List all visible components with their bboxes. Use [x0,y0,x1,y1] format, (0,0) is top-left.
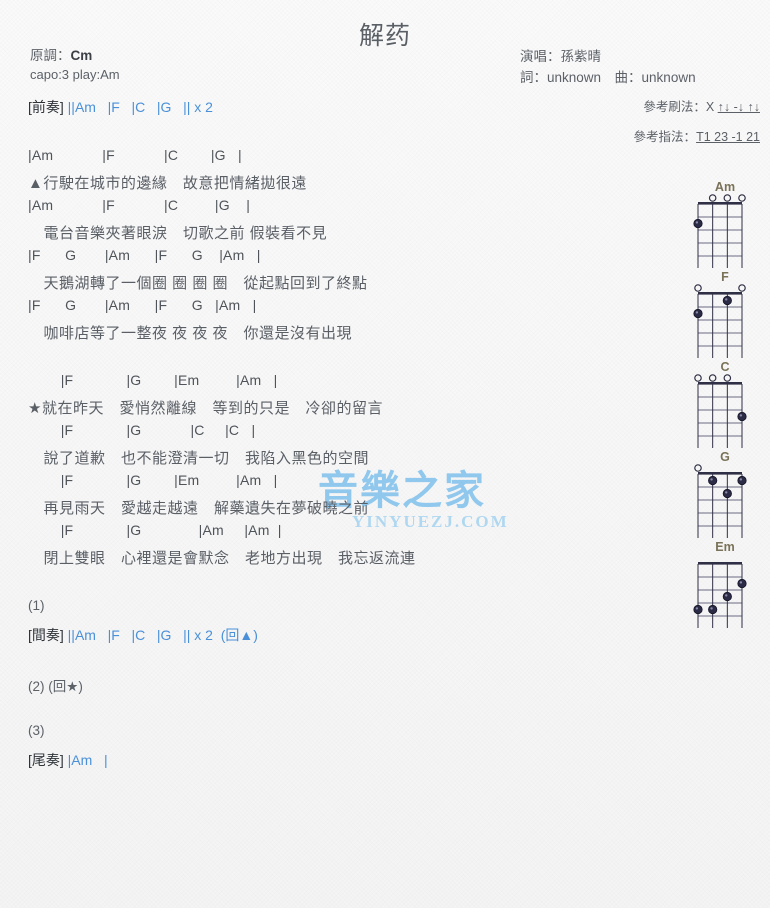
lyric-line: 再見雨天 愛越走越遠 解藥遺失在夢破曉之前 [28,500,370,517]
capo-info: capo:3 play:Am [30,67,120,82]
section-repeat-2: (2) (回★) [28,675,83,695]
lyric-line: 咖啡店等了一整夜 夜 夜 夜 你還是沒有出現 [28,325,353,342]
chord-diagram-g: G [686,450,756,538]
chord-line: |F |G |Am |Am | [28,522,282,538]
chord-diagram-panel: Am F C G Em [686,180,766,630]
lyric-line: ▲行駛在城市的邊緣 故意把情緒拋很遠 [28,175,307,192]
lyric-line: 閉上雙眼 心裡還是會默念 老地方出現 我忘返流連 [28,550,416,567]
writers-row: 詞：unknown 曲：unknown [520,70,696,85]
chord-diagram-name: Am [714,180,736,194]
chord-diagram-f: F [686,270,756,358]
strum-pattern-row: 參考刷法：X ↑↓ -↓ ↑↓ [520,97,760,118]
chord-diagram-grid [693,194,746,268]
section-interlude-bars: ||Am |F |C |G || x 2 (回▲) [67,627,258,643]
section-outro-bars: |Am | [67,752,108,768]
singer-row: 演唱：孫紫晴 [520,49,601,64]
chord-line: |F G |Am |F G |Am | [28,247,261,263]
section-interlude-tag: [間奏] [28,627,64,643]
original-key-value: Cm [70,48,93,63]
chord-diagram-grid [694,374,747,448]
section-interlude: [間奏] ||Am |F |C |G || x 2 (回▲) [28,625,258,645]
section-number-3: (3) [28,723,45,738]
chord-diagram-em: Em [686,540,756,628]
original-key-label: 原調： [30,48,71,63]
finger-pattern-value: T1 23 -1 21 [696,130,760,144]
original-key-row: 原調：Cm [30,46,120,65]
strum-pattern-prefix: X [705,100,718,114]
chord-line: |F G |Am |F G |Am | [28,297,257,313]
chord-line: |F |G |Em |Am | [28,472,278,488]
chord-diagram-grid [694,464,747,538]
chord-line: |F |G |Em |Am | [28,372,278,388]
section-outro: [尾奏] |Am | [28,750,108,770]
song-key-info: 原調：Cm capo:3 play:Am [30,46,120,84]
strum-pattern-value: ↑↓ -↓ ↑↓ [717,100,760,114]
chord-line: |F |G |C |C | [28,422,256,438]
section-number-2: (2) [28,679,45,694]
lyric-line: 說了道歉 也不能澄清一切 我陷入黑色的空間 [28,450,370,467]
chord-diagram-name: G [720,450,730,464]
section-outro-tag: [尾奏] [28,752,64,768]
lyric-line: 電台音樂夾著眼淚 切歌之前 假裝看不見 [28,225,328,242]
section-prelude-chords: ||Am |F |C |G || x 2 [67,99,213,115]
chord-diagram-grid [693,562,747,628]
chord-diagram-am: Am [686,180,756,268]
chord-line: |Am |F |C |G | [28,197,251,213]
lyric-line: ★就在昨天 愛悄然離線 等到的只是 冷卻的留言 [28,400,383,417]
section-prelude: [前奏] ||Am |F |C |G || x 2 [28,97,213,117]
chord-diagram-name: Em [715,540,735,554]
chord-diagram-c: C [686,360,756,448]
finger-pattern-label: 參考指法： [633,130,697,144]
finger-pattern-row: 參考指法：T1 23 -1 21 [520,127,760,148]
strum-pattern-label: 參考刷法： [643,100,706,114]
chord-diagram-name: F [721,270,729,284]
chord-diagram-grid [693,284,746,358]
song-credits: 演唱：孫紫晴 詞：unknown 曲：unknown 參考刷法：X ↑↓ -↓ … [520,46,760,148]
lyric-line: 天鵝湖轉了一個圈 圈 圈 圈 從起點回到了終點 [28,275,368,292]
section-prelude-tag: [前奏] [28,99,64,115]
chord-line: |Am |F |C |G | [28,147,242,163]
watermark-url-text: YINYUEZJ.COM [352,512,509,531]
section-repeat-2-target: (回★) [48,679,83,694]
chord-diagram-name: C [720,360,730,374]
section-number-1: (1) [28,598,45,613]
